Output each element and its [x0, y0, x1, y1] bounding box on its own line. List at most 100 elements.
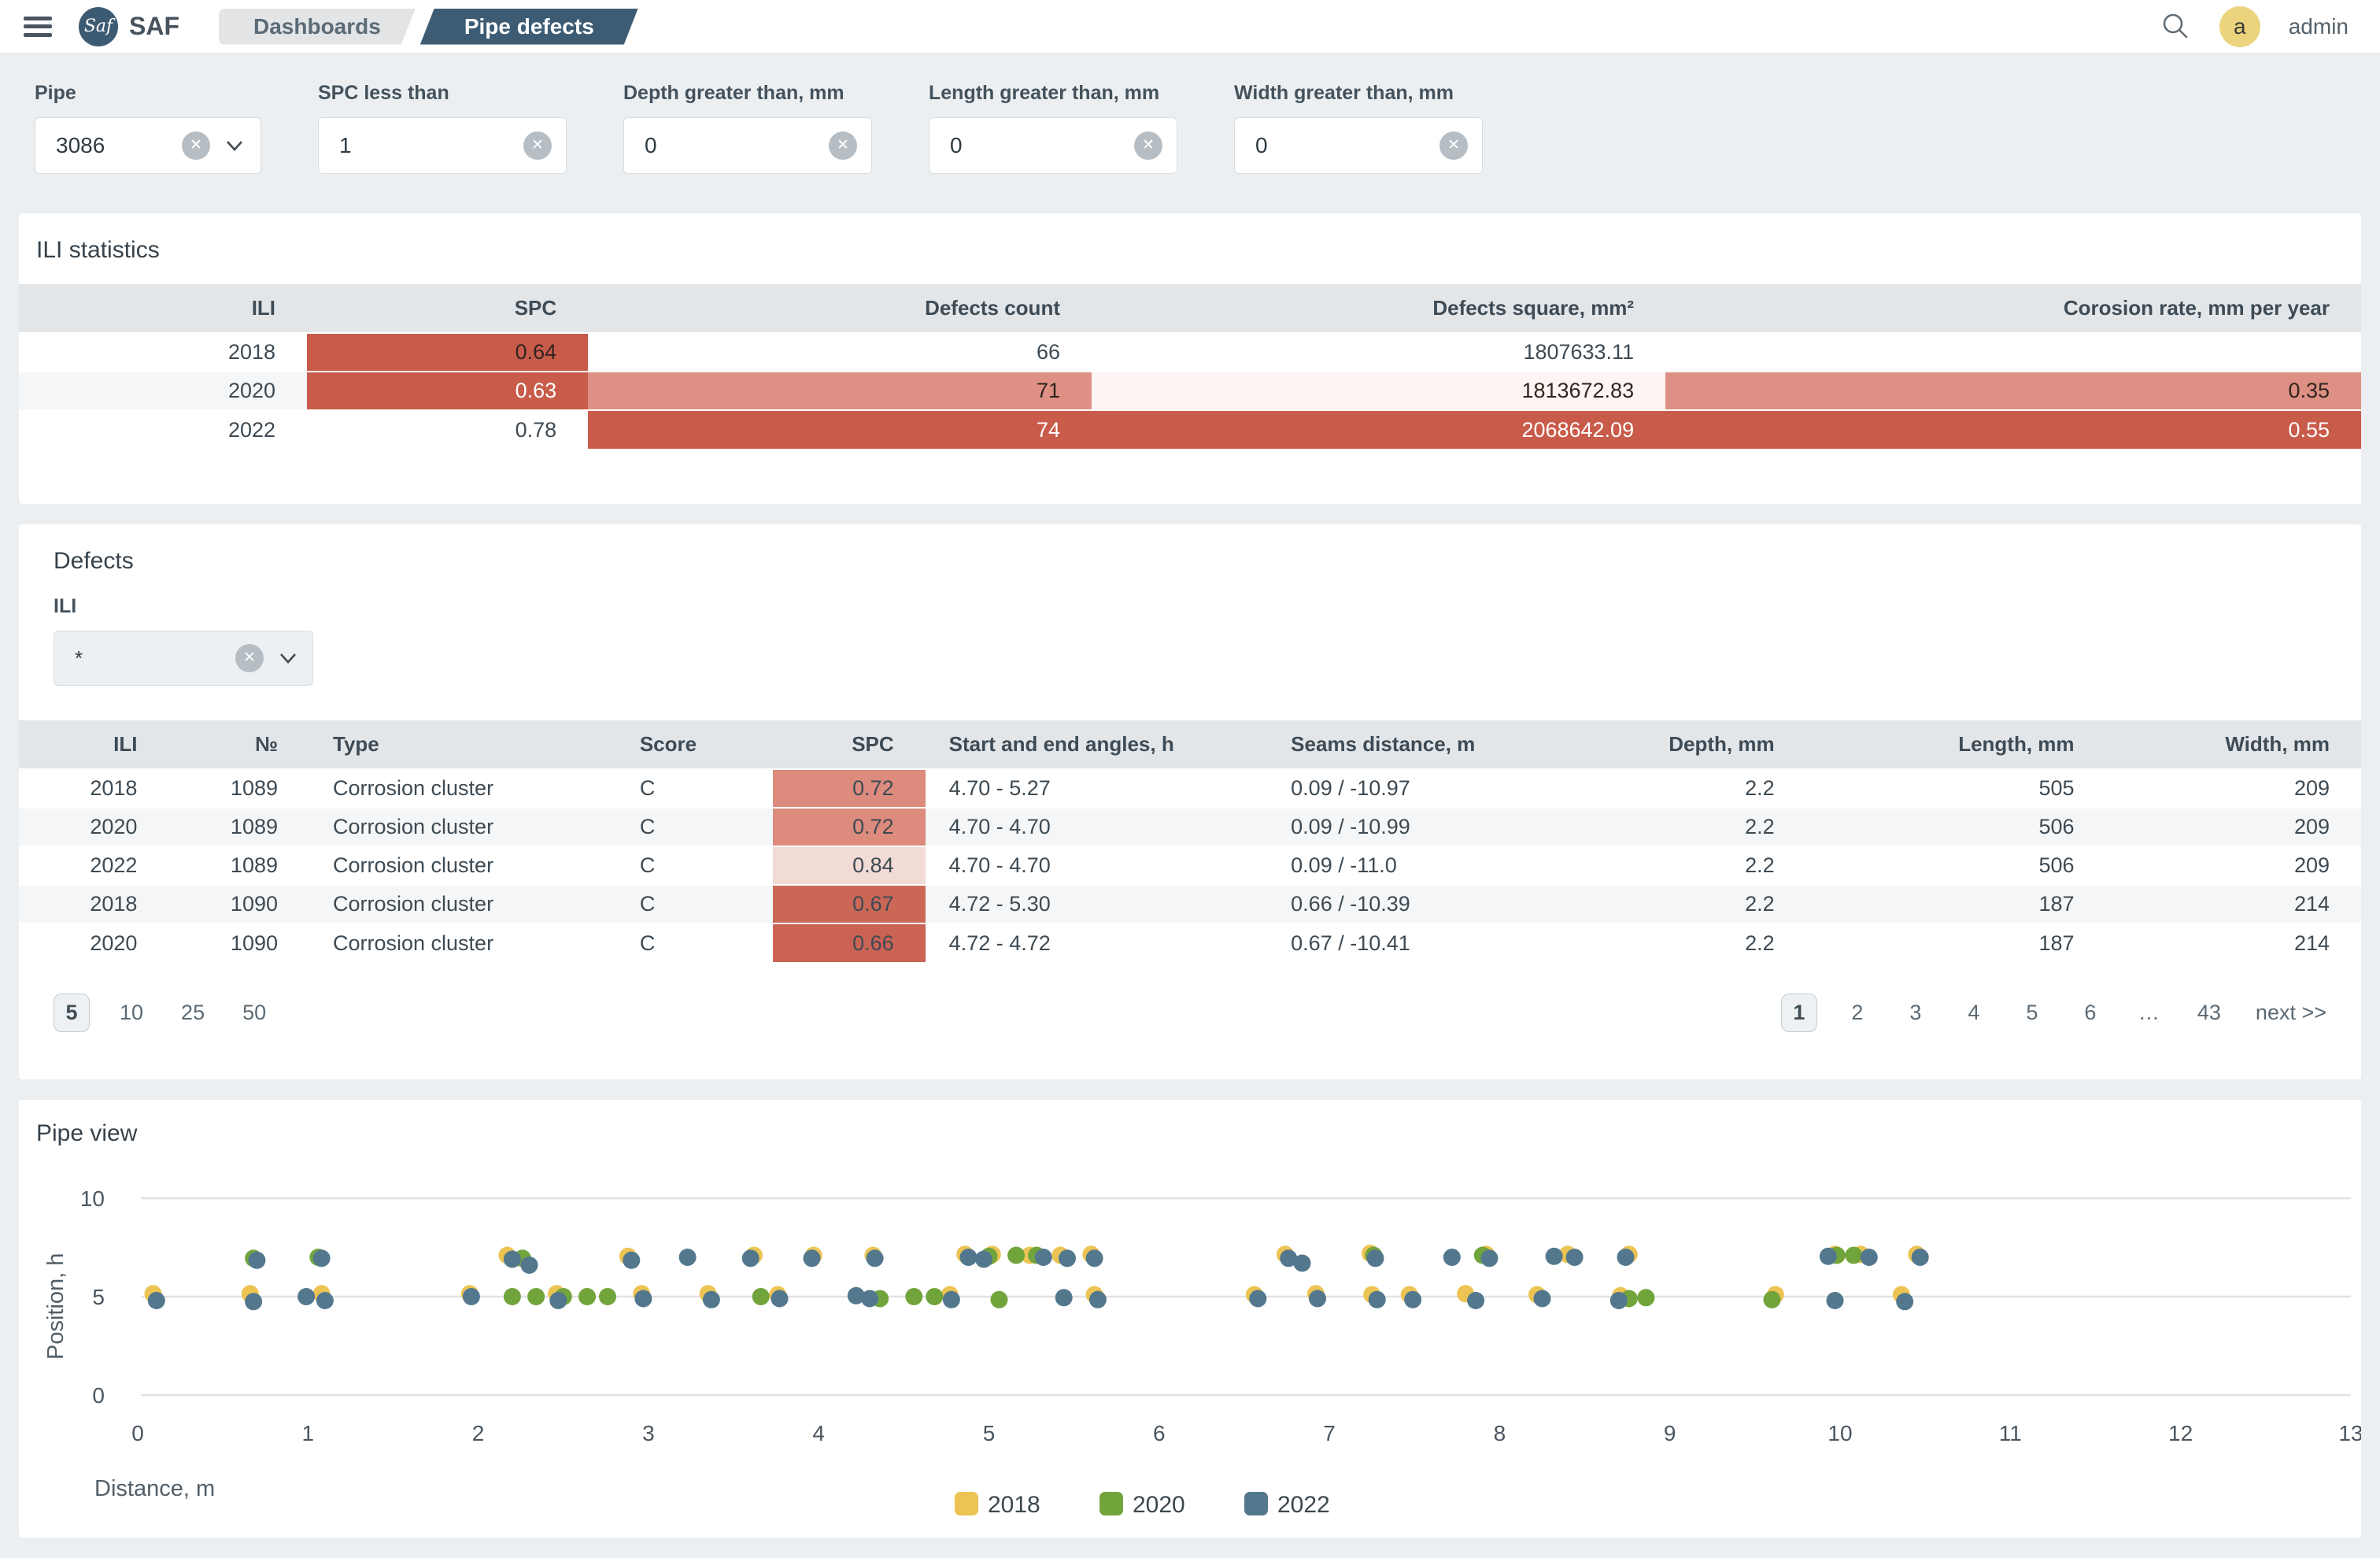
scatter-point-2022	[1035, 1249, 1052, 1266]
pagination-bar: 5 10 25 50 1 2 3 4 5 6 … 43 next >>	[19, 962, 2361, 1079]
page-4[interactable]: 4	[1956, 994, 1992, 1031]
scatter-point-2022	[1059, 1249, 1076, 1267]
scatter-point-2022	[245, 1293, 262, 1310]
x-tick-label: 1	[302, 1421, 315, 1445]
col-score[interactable]: Score	[616, 720, 773, 769]
pipe-view-chart[interactable]: 0510012345678910111213Distance, mPositio…	[19, 1100, 2361, 1538]
defects-ili-label: ILI	[54, 595, 2361, 618]
cell-length: 505	[1806, 769, 2106, 808]
col-depth[interactable]: Depth, mm	[1511, 720, 1806, 769]
cell-defects-square: 2068642.09	[1092, 410, 1665, 449]
clear-icon[interactable]: ✕	[1439, 131, 1468, 160]
page-3[interactable]: 3	[1898, 994, 1934, 1031]
x-tick-label: 6	[1153, 1421, 1166, 1445]
x-tick-label: 10	[1828, 1421, 1852, 1445]
clear-icon[interactable]: ✕	[182, 131, 210, 160]
cell-spc: 0.72	[773, 769, 925, 808]
filter-depth: Depth greater than, mm 0 ✕	[623, 82, 872, 174]
col-ili[interactable]: ILI	[19, 720, 168, 769]
ili-select[interactable]: * ✕	[54, 631, 313, 686]
saf-logo[interactable]: Saf	[79, 7, 118, 46]
cell-ili: 2022	[19, 410, 307, 449]
clear-icon[interactable]: ✕	[235, 644, 264, 672]
table-row: 20181089 Corrosion clusterC 0.72 4.70 - …	[19, 769, 2361, 808]
clear-icon[interactable]: ✕	[1134, 131, 1162, 160]
page-size-50[interactable]: 50	[235, 994, 274, 1031]
page-5[interactable]: 5	[2014, 994, 2050, 1031]
scatter-point-2022	[1912, 1249, 1929, 1266]
hamburger-menu-icon[interactable]	[24, 17, 52, 37]
page-ellipsis: …	[2131, 994, 2168, 1031]
page-6[interactable]: 6	[2072, 994, 2108, 1031]
depth-input[interactable]: 0 ✕	[623, 117, 872, 174]
pipe-select-value: 3086	[56, 133, 182, 158]
next-page-button[interactable]: next >>	[2256, 1001, 2326, 1025]
x-axis-label: Distance, m	[94, 1476, 215, 1501]
scatter-point-2020	[599, 1288, 616, 1305]
page-size-5[interactable]: 5	[54, 994, 90, 1032]
scatter-point-2022	[1861, 1249, 1878, 1266]
cell-ili: 2020	[19, 372, 307, 410]
col-defects-square[interactable]: Defects square, mm²	[1092, 284, 1665, 333]
cell-seams: 0.09 / -11.0	[1267, 846, 1511, 885]
page-43[interactable]: 43	[2190, 994, 2229, 1031]
filter-pipe-label: Pipe	[35, 82, 261, 105]
col-seams[interactable]: Seams distance, m	[1267, 720, 1511, 769]
scatter-point-2020	[1637, 1289, 1654, 1306]
search-icon[interactable]	[2160, 11, 2191, 43]
scatter-point-2020	[504, 1288, 521, 1305]
table-header-row: ILI № Type Score SPC Start and end angle…	[19, 720, 2361, 769]
length-input[interactable]: 0 ✕	[929, 117, 1177, 174]
clear-icon[interactable]: ✕	[829, 131, 857, 160]
page-2[interactable]: 2	[1839, 994, 1876, 1031]
pipe-select[interactable]: 3086 ✕	[35, 117, 261, 174]
scatter-point-2022	[1369, 1291, 1386, 1308]
page-size-10[interactable]: 10	[112, 994, 151, 1031]
page-size-25[interactable]: 25	[173, 994, 213, 1031]
cell-defects-square: 1807633.11	[1092, 333, 1665, 372]
cell-number: 1089	[168, 769, 309, 808]
cell-width: 209	[2106, 846, 2361, 885]
filter-depth-label: Depth greater than, mm	[623, 82, 872, 105]
cell-defects-count: 71	[588, 372, 1092, 410]
cell-spc: 0.63	[307, 372, 588, 410]
col-defects-count[interactable]: Defects count	[588, 284, 1092, 333]
scatter-point-2022	[1249, 1290, 1266, 1308]
page-1[interactable]: 1	[1781, 994, 1817, 1032]
ili-statistics-table: ILI SPC Defects count Defects square, mm…	[19, 284, 2361, 449]
scatter-point-2022	[960, 1249, 978, 1266]
scatter-point-2022	[1566, 1249, 1584, 1266]
cell-depth: 2.2	[1511, 769, 1806, 808]
tab-dashboards[interactable]: Dashboards	[219, 9, 416, 45]
cell-number: 1089	[168, 846, 309, 885]
ili-select-value: *	[75, 646, 235, 671]
scatter-point-2022	[1467, 1292, 1484, 1309]
legend-swatch-2018	[955, 1492, 978, 1515]
col-angles[interactable]: Start and end angles, h	[926, 720, 1267, 769]
tab-pipe-defects[interactable]: Pipe defects	[420, 9, 638, 45]
col-spc[interactable]: SPC	[307, 284, 588, 333]
chevron-down-icon[interactable]	[276, 646, 300, 670]
col-length[interactable]: Length, mm	[1806, 720, 2106, 769]
col-type[interactable]: Type	[309, 720, 616, 769]
cell-seams: 0.66 / -10.39	[1267, 885, 1511, 923]
x-tick-label: 5	[983, 1421, 996, 1445]
chevron-down-icon[interactable]	[223, 134, 246, 157]
col-width[interactable]: Width, mm	[2106, 720, 2361, 769]
width-input[interactable]: 0 ✕	[1234, 117, 1483, 174]
avatar[interactable]: a	[2219, 6, 2260, 47]
col-spc[interactable]: SPC	[773, 720, 925, 769]
col-number[interactable]: №	[168, 720, 309, 769]
scatter-point-2020	[991, 1291, 1008, 1308]
spc-input[interactable]: 1 ✕	[318, 117, 567, 174]
col-corrosion-rate[interactable]: Corosion rate, mm per year	[1665, 284, 2361, 333]
clear-icon[interactable]: ✕	[523, 131, 552, 160]
cell-width: 214	[2106, 885, 2361, 923]
scatter-point-2020	[752, 1288, 770, 1305]
ili-statistics-title: ILI statistics	[19, 213, 2361, 284]
col-ili[interactable]: ILI	[19, 284, 307, 333]
cell-angles: 4.70 - 4.70	[926, 846, 1267, 885]
cell-type: Corrosion cluster	[309, 808, 616, 846]
cell-number: 1090	[168, 923, 309, 962]
legend-swatch-2020	[1099, 1492, 1123, 1515]
